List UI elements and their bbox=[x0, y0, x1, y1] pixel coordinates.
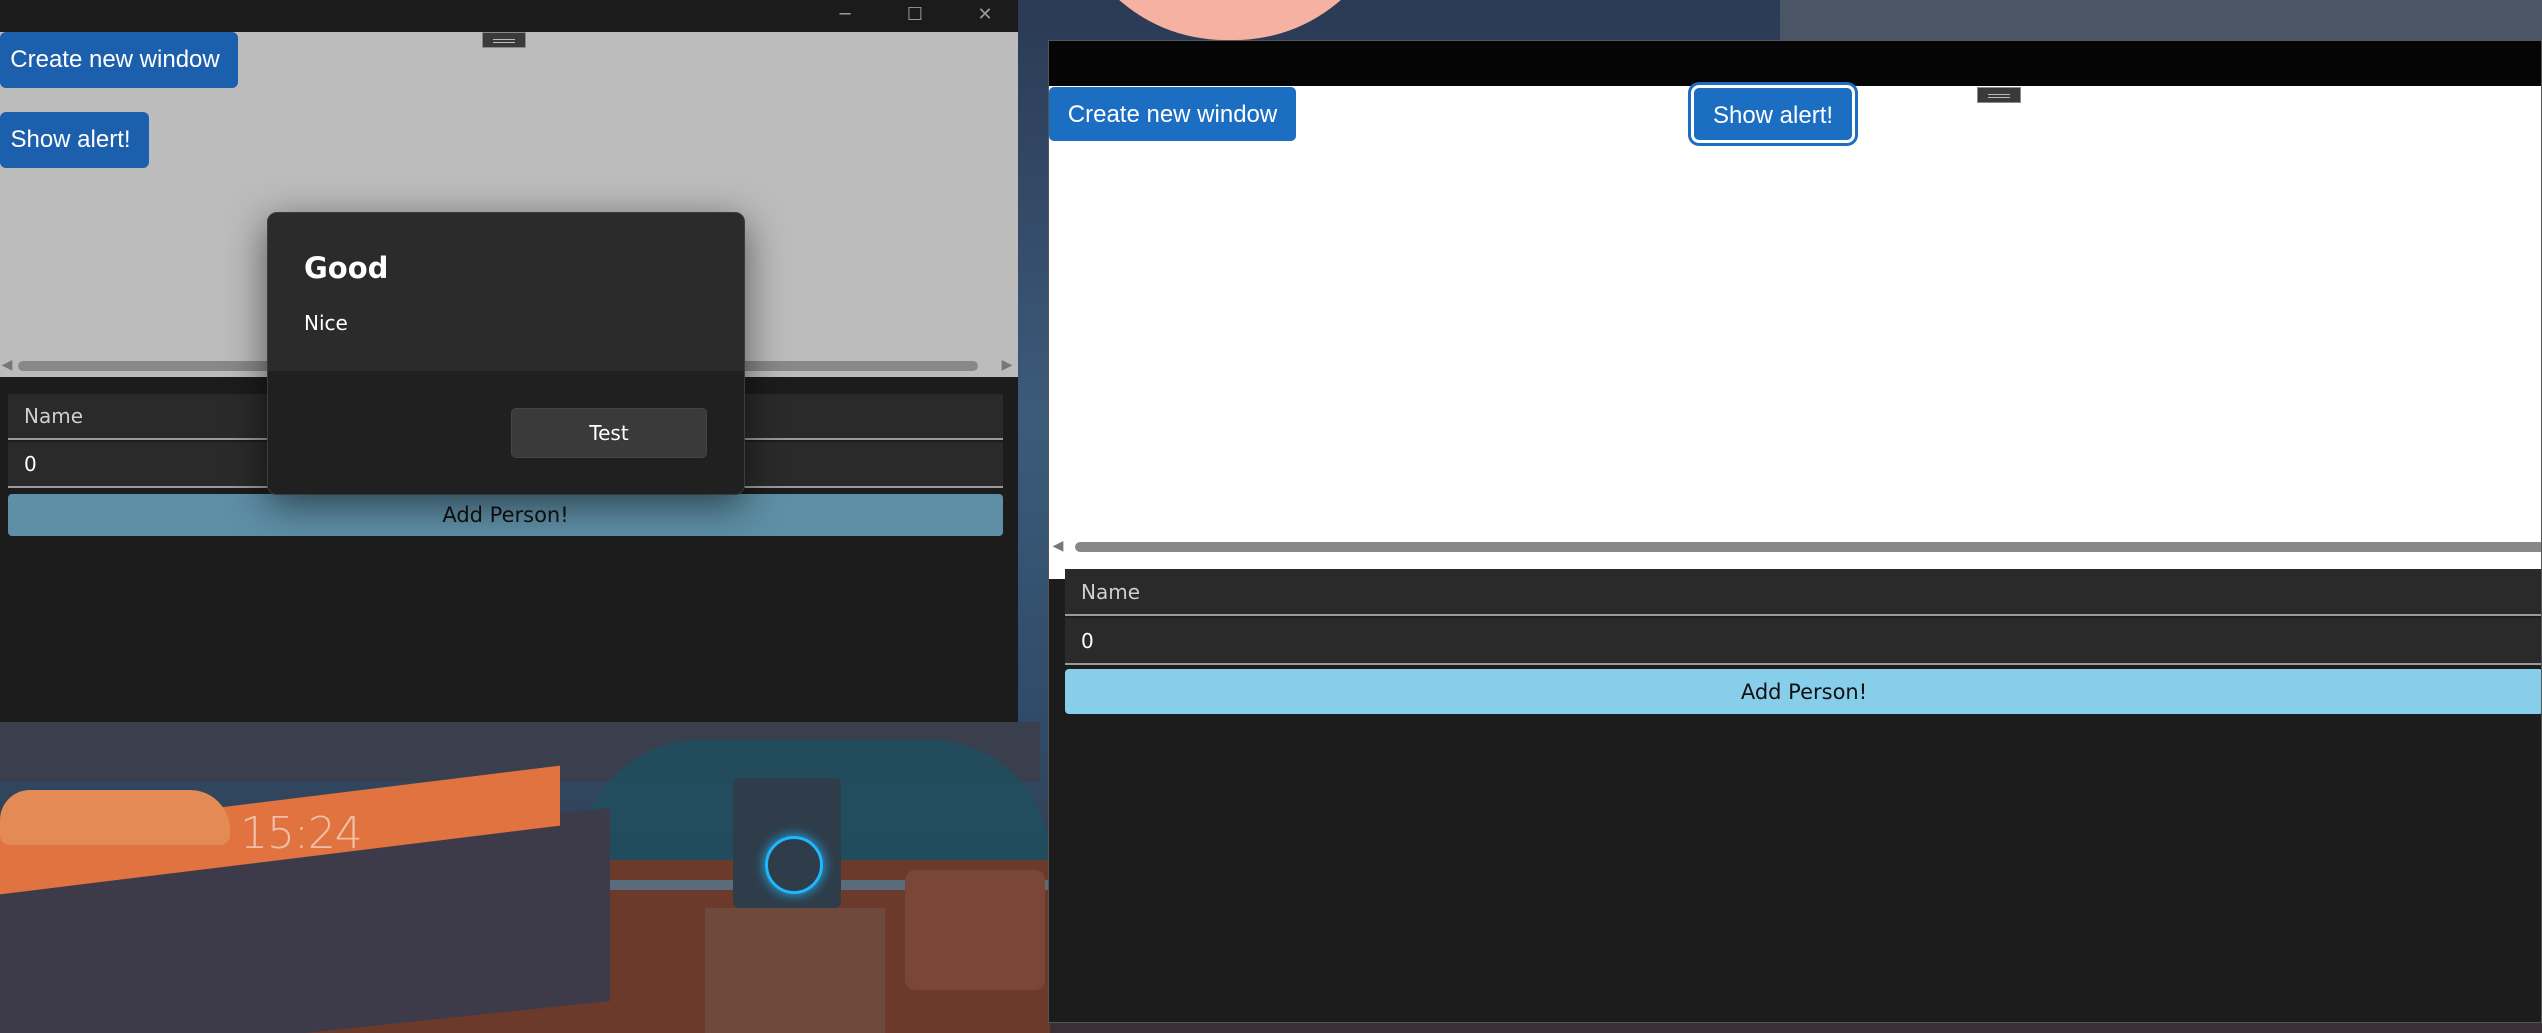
create-window-button[interactable]: Create new window bbox=[1049, 87, 1296, 141]
dialog-message: Nice bbox=[304, 311, 348, 335]
maximize-icon[interactable]: ☐ bbox=[885, 0, 945, 32]
scroll-right-icon[interactable]: ▶ bbox=[1000, 355, 1014, 375]
add-person-button[interactable]: Add Person! bbox=[8, 494, 1003, 536]
horizontal-scrollbar[interactable]: ◀ bbox=[1049, 536, 2541, 556]
speaker-ring-icon bbox=[765, 836, 823, 894]
wallpaper-sun bbox=[1065, 0, 1395, 40]
wallpaper-cat bbox=[0, 790, 230, 845]
alert-dialog: Good Nice Test bbox=[267, 212, 745, 495]
scroll-left-icon[interactable]: ◀ bbox=[1051, 536, 1065, 556]
app-window-right: Create new window Show alert! ◀ Name 0 A… bbox=[1048, 40, 2542, 1023]
scrollbar-thumb[interactable] bbox=[1075, 542, 2541, 552]
splitter-handle[interactable] bbox=[482, 32, 526, 48]
wallpaper-clock: 15:24 bbox=[240, 808, 363, 859]
wallpaper-stand bbox=[705, 908, 885, 1033]
minimize-icon[interactable]: ─ bbox=[815, 0, 875, 32]
dialog-content bbox=[268, 213, 744, 371]
wallpaper-chair bbox=[905, 870, 1045, 990]
add-person-button[interactable]: Add Person! bbox=[1065, 669, 2541, 714]
create-window-button[interactable]: Create new window bbox=[0, 32, 238, 88]
window-titlebar[interactable] bbox=[1049, 41, 2541, 86]
dialog-test-button[interactable]: Test bbox=[511, 408, 707, 458]
splitter-handle[interactable] bbox=[1977, 87, 2021, 103]
dialog-title: Good bbox=[304, 251, 389, 285]
app-window-left: ─ ☐ ✕ Create new window Show alert! ◀ ▶ … bbox=[0, 0, 1018, 722]
name-input[interactable]: Name bbox=[1065, 569, 2541, 616]
window-titlebar[interactable]: ─ ☐ ✕ bbox=[0, 0, 1018, 32]
show-alert-button[interactable]: Show alert! bbox=[0, 112, 149, 168]
scroll-left-icon[interactable]: ◀ bbox=[0, 355, 14, 375]
show-alert-button[interactable]: Show alert! bbox=[1694, 88, 1852, 140]
number-input[interactable]: 0 bbox=[1065, 618, 2541, 665]
wallpaper-roof bbox=[1780, 0, 2542, 40]
webview-area bbox=[1049, 86, 2541, 579]
close-icon[interactable]: ✕ bbox=[955, 0, 1015, 32]
